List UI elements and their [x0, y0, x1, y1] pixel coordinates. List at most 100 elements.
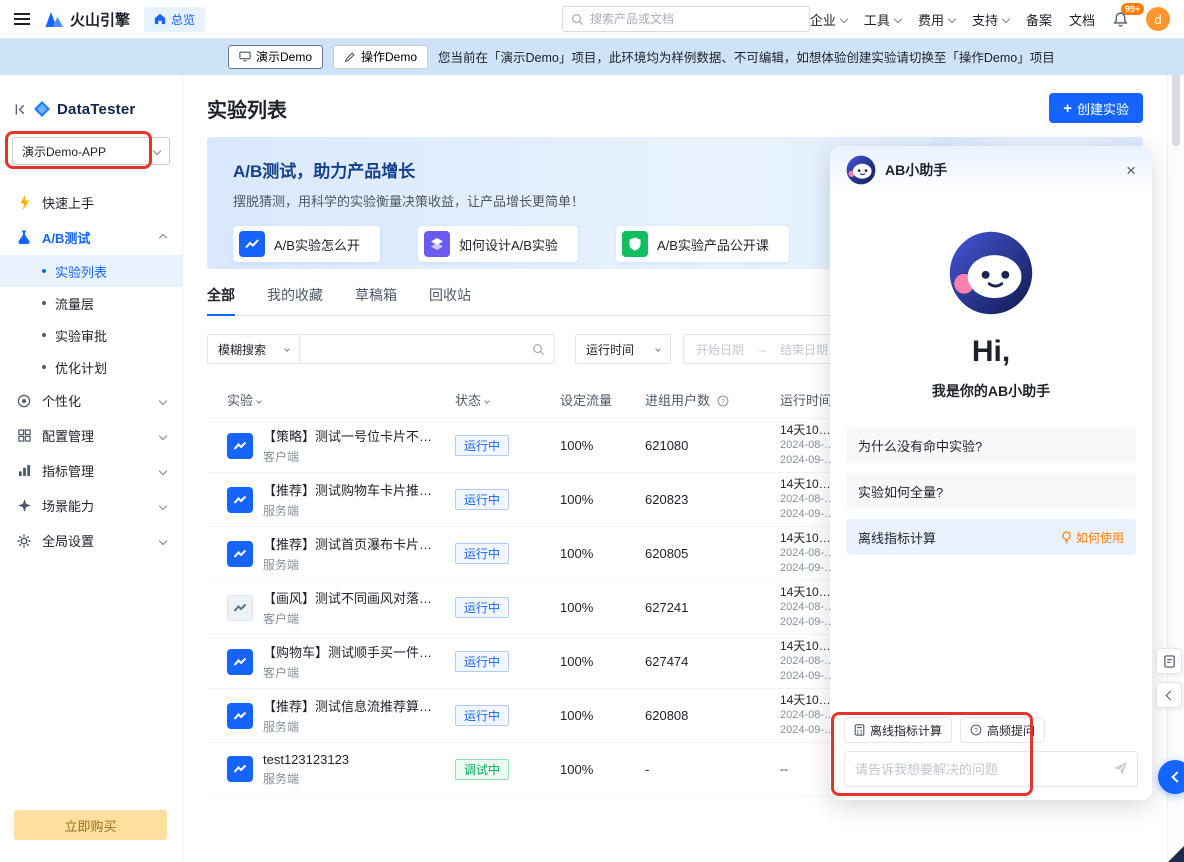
menu-billing[interactable]: 费用 [918, 10, 955, 29]
experiment-icon [227, 487, 253, 513]
sparkle-icon [16, 498, 32, 514]
tab-favorites[interactable]: 我的收藏 [267, 285, 323, 315]
operate-project-button[interactable]: 操作Demo [333, 45, 428, 69]
experiment-search-input[interactable] [300, 335, 532, 363]
sidebar-item-label: A/B测试 [42, 228, 90, 247]
sidebar-item-experiment-approval[interactable]: 实验审批 [0, 319, 182, 351]
users-value: 627241 [645, 600, 780, 615]
collapse-panel-button[interactable] [1156, 682, 1182, 708]
assistant-footer: 离线指标计算 ? 高频提问 [830, 717, 1152, 800]
start-date-placeholder[interactable]: 开始日期 [696, 341, 744, 358]
suggestion-offline-metrics[interactable]: 离线指标计算 如何使用 [846, 519, 1136, 555]
suggestion-full-rollout[interactable]: 实验如何全量? [846, 473, 1136, 509]
sidebar-item-traffic-layer[interactable]: 流量层 [0, 287, 182, 319]
chevron-up-icon [159, 233, 167, 241]
search-icon[interactable] [532, 343, 545, 356]
status-badge: 运行中 [455, 489, 509, 510]
search-type-select[interactable]: 模糊搜索 [208, 335, 300, 363]
user-avatar[interactable]: d [1146, 7, 1170, 31]
product-logo-row: DataTester [0, 75, 182, 119]
help-circle-icon: ? [970, 724, 982, 736]
filter-icon [484, 398, 490, 404]
sidebar-item-ab-test[interactable]: A/B测试 [0, 220, 182, 255]
how-to-use-link[interactable]: 如何使用 [1061, 529, 1124, 546]
banner-card-how-to-start[interactable]: A/B实验怎么开 [233, 226, 380, 262]
menu-support[interactable]: 支持 [972, 10, 1009, 29]
gear-icon [16, 533, 32, 549]
end-date-placeholder[interactable]: 结束日期 [780, 341, 828, 358]
experiment-icon [227, 595, 253, 621]
link-docs[interactable]: 文档 [1069, 10, 1095, 29]
experiment-type: 服务端 [263, 556, 441, 573]
experiment-name[interactable]: test123123123 [263, 752, 349, 767]
column-header-status[interactable]: 状态 [455, 390, 560, 409]
feedback-tool-button[interactable] [1156, 648, 1182, 674]
experiment-name[interactable]: 【推荐】测试购物车卡片推荐... [263, 480, 441, 499]
users-value: 620805 [645, 546, 780, 561]
traffic-value: 100% [560, 600, 645, 615]
product-name: DataTester [57, 101, 135, 118]
menu-tools[interactable]: 工具 [864, 10, 901, 29]
send-icon[interactable] [1113, 761, 1128, 776]
overview-button[interactable]: 总览 [144, 7, 205, 32]
plus-icon: + [1063, 100, 1072, 117]
brand-logo[interactable]: 火山引擎 [44, 9, 130, 30]
banner-card-open-course[interactable]: A/B实验产品公开课 [616, 226, 789, 262]
tab-drafts[interactable]: 草稿箱 [355, 285, 397, 315]
pencil-icon [344, 51, 356, 63]
experiment-name[interactable]: 【画风】测试不同画风对落地... [263, 588, 441, 607]
assistant-fab-button[interactable] [1158, 760, 1184, 794]
hamburger-menu-icon[interactable] [14, 13, 30, 25]
ab-test-flask-icon [16, 230, 32, 246]
assistant-title: AB小助手 [885, 160, 947, 180]
assistant-chat-input[interactable] [844, 751, 1138, 787]
experiment-name[interactable]: 【推荐】测试信息流推荐算法... [263, 696, 441, 715]
experiment-name[interactable]: 【推荐】测试首页瀑布卡片推... [263, 534, 441, 553]
create-experiment-button[interactable]: +创建实验 [1049, 93, 1143, 123]
experiment-icon [227, 703, 253, 729]
column-header-experiment[interactable]: 实验 [227, 390, 455, 409]
experiment-name[interactable]: 【策略】测试一号位卡片不同... [263, 426, 441, 445]
collapse-sidebar-icon[interactable] [14, 103, 27, 116]
menu-enterprise[interactable]: 企业 [810, 10, 847, 29]
sidebar: DataTester 演示Demo-APP 快速上手 A/B测试 实验列表 流量… [0, 75, 183, 862]
app-selector[interactable]: 演示Demo-APP [12, 137, 170, 165]
suggestion-list: 为什么没有命中实验? 实验如何全量? 离线指标计算 如何使用 [846, 427, 1136, 555]
sidebar-item-metrics[interactable]: 指标管理 [0, 453, 182, 488]
faq-button[interactable]: ? 高频提问 [960, 717, 1045, 743]
close-icon[interactable]: × [1126, 162, 1136, 179]
experiment-name[interactable]: 【购物车】测试顺手买一件功... [263, 642, 441, 661]
page-scrollbar[interactable] [1167, 38, 1184, 862]
offline-metrics-button[interactable]: 离线指标计算 [844, 717, 952, 743]
app-screen: 火山引擎 总览 企业 工具 费用 支持 备案 文档 99+ d 演示Dem [0, 0, 1184, 862]
sidebar-item-scene[interactable]: 场景能力 [0, 488, 182, 523]
run-time-filter-select[interactable]: 运行时间 [575, 334, 671, 364]
banner-card-how-to-design[interactable]: 如何设计A/B实验 [418, 226, 578, 262]
global-search[interactable] [562, 6, 810, 32]
suggestion-why-no-hit[interactable]: 为什么没有命中实验? [846, 427, 1136, 463]
chevron-down-icon [153, 147, 161, 155]
sidebar-item-config[interactable]: 配置管理 [0, 418, 182, 453]
chevron-down-icon [159, 396, 167, 404]
chevron-down-icon [840, 15, 848, 23]
sidebar-item-quick-start[interactable]: 快速上手 [0, 185, 182, 220]
bullet-icon [42, 365, 46, 369]
global-search-input[interactable] [590, 12, 801, 26]
help-circle-icon[interactable]: ? [717, 395, 729, 407]
tab-all[interactable]: 全部 [207, 285, 235, 315]
sidebar-menu: 快速上手 A/B测试 实验列表 流量层 实验审批 优化计划 个性化 配置管理 [0, 185, 182, 558]
experiment-type: 客户端 [263, 448, 441, 465]
top-navbar: 火山引擎 总览 企业 工具 费用 支持 备案 文档 99+ d [0, 0, 1184, 38]
chevron-down-icon [894, 15, 902, 23]
sidebar-item-personalization[interactable]: 个性化 [0, 383, 182, 418]
status-badge: 运行中 [455, 435, 509, 456]
traffic-value: 100% [560, 438, 645, 453]
buy-now-button[interactable]: 立即购买 [14, 810, 167, 840]
sidebar-item-global-settings[interactable]: 全局设置 [0, 523, 182, 558]
demo-project-button[interactable]: 演示Demo [228, 45, 323, 69]
link-beian[interactable]: 备案 [1026, 10, 1052, 29]
tab-recycle-bin[interactable]: 回收站 [429, 285, 471, 315]
sidebar-item-optimization-plan[interactable]: 优化计划 [0, 351, 182, 383]
notification-bell[interactable]: 99+ [1112, 11, 1129, 28]
sidebar-item-experiment-list[interactable]: 实验列表 [0, 255, 182, 287]
